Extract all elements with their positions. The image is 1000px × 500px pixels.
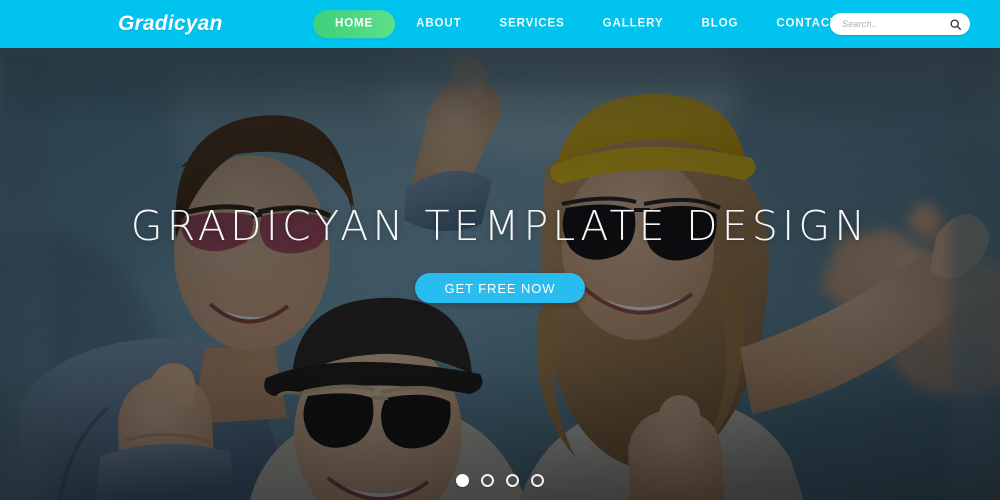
get-free-now-button[interactable]: GET FREE NOW [414,273,586,303]
search-input[interactable] [842,19,949,29]
search-box[interactable] [830,13,970,35]
nav-item-gallery[interactable]: GALLERY [584,18,683,30]
site-header: Gradicyan HOME ABOUT SERVICES GALLERY BL… [0,0,1000,48]
search-icon[interactable] [949,18,962,31]
slider-dot-4[interactable] [531,474,544,487]
nav-item-services[interactable]: SERVICES [481,18,584,30]
slider-dot-2[interactable] [481,474,494,487]
slider-pagination [456,474,544,487]
nav-item-about[interactable]: ABOUT [397,18,480,30]
slider-dot-3[interactable] [506,474,519,487]
slider-dot-1[interactable] [456,474,469,487]
hero-content: GRADICYAN TEMPLATE DESIGN GET FREE NOW [0,48,1000,500]
nav-item-blog[interactable]: BLOG [682,18,757,30]
hero-title: GRADICYAN TEMPLATE DESIGN [130,202,870,250]
page-root: Gradicyan HOME ABOUT SERVICES GALLERY BL… [0,0,1000,500]
nav-item-home[interactable]: HOME [313,10,396,38]
hero-slider: GRADICYAN TEMPLATE DESIGN GET FREE NOW [0,48,1000,500]
main-navigation: HOME ABOUT SERVICES GALLERY BLOG CONTACT [313,10,857,38]
site-logo[interactable]: Gradicyan [118,12,223,36]
